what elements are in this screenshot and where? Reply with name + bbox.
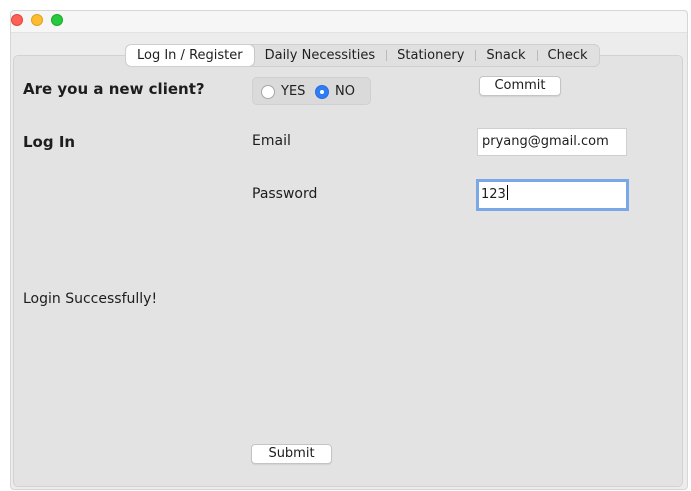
password-field-value: 123 [481, 187, 506, 202]
close-window-icon[interactable] [11, 14, 23, 26]
status-message: Login Successfully! [23, 291, 158, 307]
tab-login-register[interactable]: Log In / Register [126, 45, 254, 66]
radio-yes-label: YES [281, 84, 306, 99]
submit-button[interactable]: Submit [251, 444, 332, 464]
radio-no[interactable]: NO [315, 84, 355, 99]
radio-yes-indicator[interactable] [261, 84, 275, 99]
zoom-window-icon[interactable] [51, 14, 63, 26]
commit-button[interactable]: Commit [479, 76, 561, 96]
password-label: Password [252, 186, 318, 202]
title-bar [11, 11, 687, 33]
login-section-title: Log In [23, 133, 76, 151]
radio-yes[interactable]: YES [261, 84, 305, 99]
email-label: Email [252, 133, 291, 149]
password-field[interactable]: 123 [476, 179, 629, 211]
tab-snack[interactable]: Snack [475, 45, 536, 66]
tab-bar: Log In / Register Daily Necessities Stat… [125, 44, 600, 67]
tab-check[interactable]: Check [536, 45, 599, 66]
text-caret [506, 185, 508, 200]
radio-no-label: NO [335, 84, 355, 99]
new-client-radio-group: YES NO [252, 77, 371, 105]
email-field-value: pryang@gmail.com [482, 134, 609, 149]
minimize-window-icon[interactable] [31, 14, 43, 26]
app-window: Log In / Register Daily Necessities Stat… [10, 10, 688, 490]
tab-stationery[interactable]: Stationery [386, 45, 475, 66]
new-client-question: Are you a new client? [23, 80, 205, 98]
tab-daily-necessities[interactable]: Daily Necessities [254, 45, 387, 66]
email-field[interactable]: pryang@gmail.com [477, 128, 627, 156]
radio-no-indicator[interactable] [315, 84, 329, 99]
tab-content-panel [13, 55, 683, 487]
